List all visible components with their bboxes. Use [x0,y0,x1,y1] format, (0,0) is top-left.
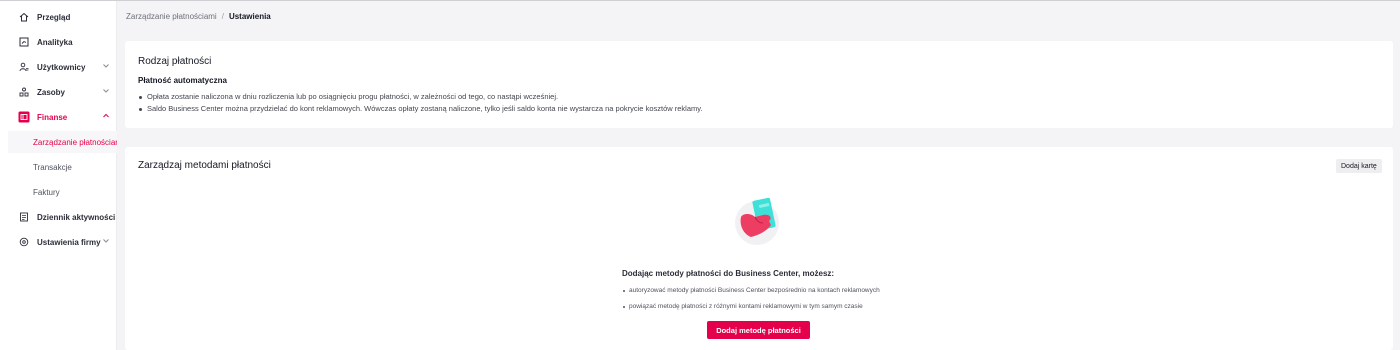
sidebar-item-label: Przegląd [37,12,71,22]
sidebar-item-company-settings[interactable]: Ustawienia firmy [8,232,117,252]
list-item: Opłata zostanie naliczona w dniu rozlicz… [138,91,703,103]
sidebar-subitem-label: Zarządzanie płatnościami [33,137,117,147]
payment-methods-card: Zarządzaj metodami płatności Dodaj kartę… [125,147,1393,350]
card-title: Rodzaj płatności [138,56,212,67]
chevron-down-icon [103,64,109,68]
sidebar-item-label: Ustawienia firmy [37,237,101,247]
sidebar-item-label: Zasoby [37,87,66,97]
list-item: powiązać metodę płatności z różnymi kont… [622,299,880,315]
sidebar-item-label: Dziennik aktywności [37,212,116,222]
breadcrumb-parent-link[interactable]: Zarządzanie płatnościami [126,12,217,21]
card-title: Zarządzaj metodami płatności [138,160,271,171]
sidebar-subitem-label: Faktury [33,187,60,197]
sidebar-item-activity-log[interactable]: Dziennik aktywności [8,207,117,227]
sidebar-item-label: Użytkownicy [37,62,86,72]
add-payment-method-button[interactable]: Dodaj metodę płatności [707,321,810,339]
users-icon [18,61,30,73]
top-border [0,0,1400,1]
home-icon [18,11,30,23]
sidebar-subitem-payment-management[interactable]: Zarządzanie płatnościami [8,131,117,153]
chevron-up-icon [103,113,109,118]
sidebar-subitem-transactions[interactable]: Transakcje [8,156,117,178]
chart-icon [18,36,30,48]
payment-type-card: Rodzaj płatności Płatność automatyczna O… [125,41,1393,128]
sidebar-item-label: Finanse [37,112,68,122]
finance-icon [18,111,30,123]
sidebar-item-label: Analityka [37,37,73,47]
log-icon [18,211,30,223]
breadcrumb: Zarządzanie płatnościami / Ustawienia [126,12,271,21]
add-card-button[interactable]: Dodaj kartę [1336,159,1382,173]
assets-icon [18,86,30,98]
sidebar-item-finance[interactable]: Finanse [8,107,117,127]
sidebar-item-overview[interactable]: Przegląd [8,7,117,27]
sidebar-subitem-label: Transakcje [33,162,72,172]
list-item: autoryzować metody płatności Business Ce… [622,283,880,299]
empty-state-bullets: autoryzować metody płatności Business Ce… [622,283,880,315]
chevron-down-icon [103,239,109,243]
payment-type-subtitle: Płatność automatyczna [138,76,227,85]
payment-type-bullets: Opłata zostanie naliczona w dniu rozlicz… [138,91,703,115]
breadcrumb-current: Ustawienia [228,12,271,21]
breadcrumb-separator: / [221,12,224,21]
sidebar-item-users[interactable]: Użytkownicy [8,57,117,77]
list-item: Saldo Business Center można przydzielać … [138,103,703,115]
sidebar-item-analytics[interactable]: Analityka [8,32,117,52]
empty-state-title: Dodając metody płatności do Business Cen… [622,269,835,278]
credit-card-hand-illustration [735,197,779,245]
chevron-down-icon [103,89,109,93]
sidebar-subitem-invoices[interactable]: Faktury [8,181,117,203]
sidebar-item-assets[interactable]: Zasoby [8,82,117,102]
sidebar: Przegląd Analityka Użytkownicy Zasoby Fi… [0,1,117,350]
settings-icon [18,236,30,248]
